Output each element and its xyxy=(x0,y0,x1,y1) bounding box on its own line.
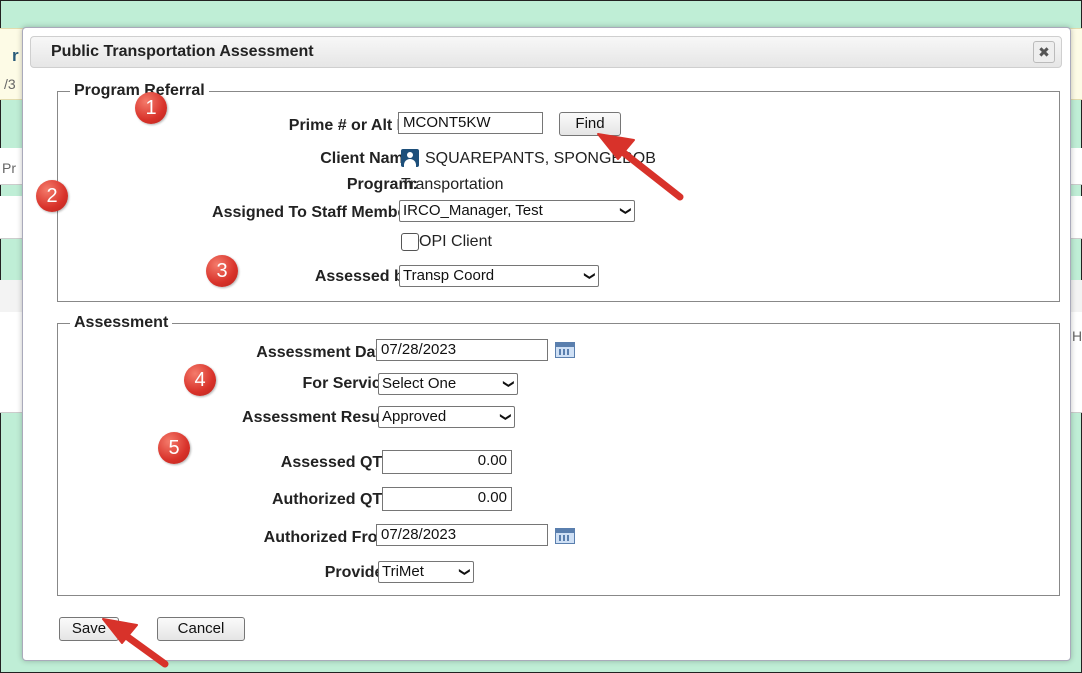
annotation-arrows xyxy=(102,133,684,668)
arrow-to-find-button xyxy=(611,142,684,201)
